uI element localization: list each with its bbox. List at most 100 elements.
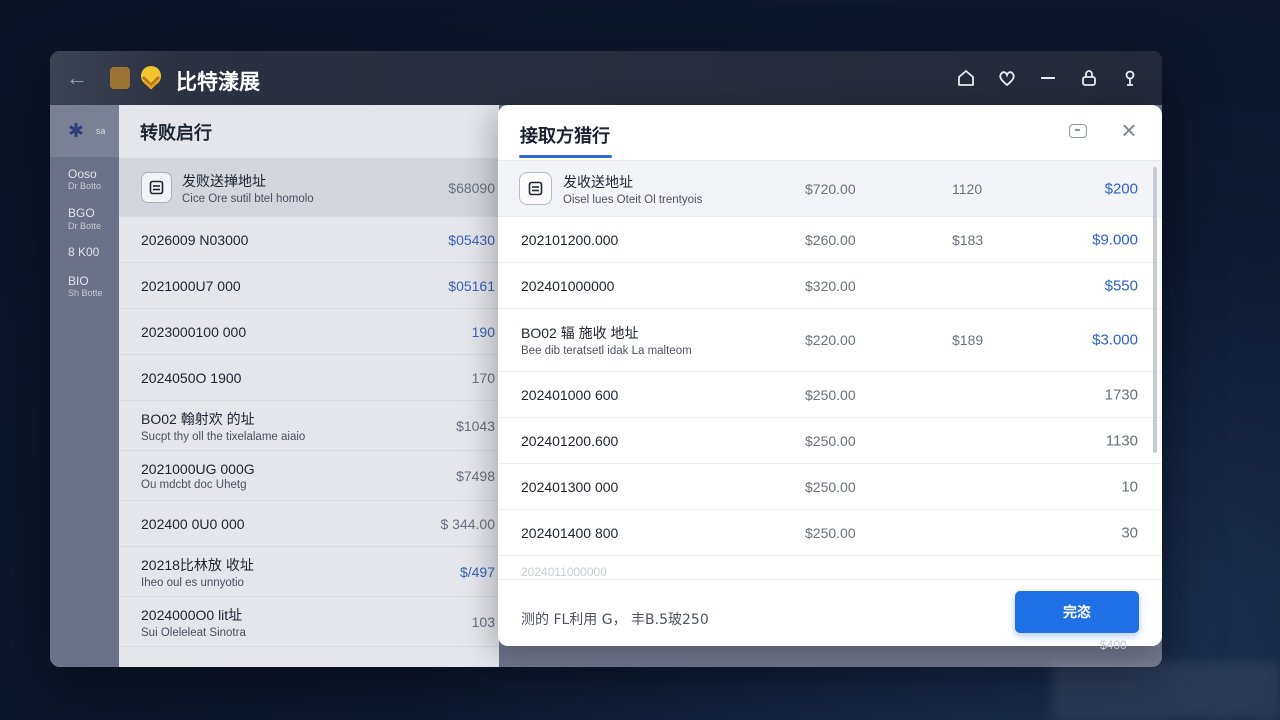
dialog-scrollbar[interactable] [1153, 167, 1157, 453]
item-amount: $05161 [448, 277, 495, 294]
left-panel-title: 转败启行 [119, 105, 499, 159]
sidebar-item-sub: Sh Botte [68, 288, 103, 299]
table-row[interactable]: BO02 辐 施收 地址 Bee dib teratsetl idak La ma… [498, 309, 1162, 372]
item-address: 2024050O 1900 [141, 369, 242, 386]
heart-icon[interactable] [994, 65, 1019, 90]
footer-summary: 测的 FL利用 G， 丰B.5玻250 [521, 612, 709, 628]
back-arrow-icon[interactable]: ← [66, 65, 88, 91]
table-row[interactable]: 202401000 600 $250.00 1730 [498, 372, 1162, 418]
dialog-title: 接取方猎行 [520, 126, 610, 147]
close-icon[interactable]: × [1116, 117, 1142, 143]
item-description: Ou mdcbt doc Uhetg [141, 478, 247, 491]
minimize-dialog-icon[interactable] [1069, 124, 1087, 138]
row-address: 202401400 800 [521, 524, 619, 541]
row-total: $200 [1104, 180, 1138, 197]
item-amount: $7498 [456, 467, 495, 484]
item-address: 2024000O0 lit址 [141, 606, 243, 623]
sidebar-item-label[interactable]: BIO [68, 274, 119, 288]
list-item[interactable]: 2023000100 000 190 [119, 309, 499, 355]
row-address: 202401000 600 [521, 386, 619, 403]
table-row[interactable]: 2024011000000 [498, 556, 1162, 579]
app-title: 比特漾展 [176, 70, 260, 94]
background-app-chip [110, 67, 130, 89]
list-item[interactable]: BO02 翰射欢 的址 Sucpt thy oll the tixelalame … [119, 401, 499, 451]
sidebar-item-sub: Dr Botto [68, 181, 102, 192]
receiver-dialog: 接取方猎行 × 发收送地址 Oisel lues Oteit Ol trentyo… [498, 105, 1162, 646]
item-address: 2026009 N03000 [141, 231, 249, 248]
lock-icon[interactable] [1076, 65, 1101, 90]
row-address: 202101200.000 [521, 231, 619, 248]
app-logo-icon [141, 66, 161, 90]
item-address: 2023000100 000 [141, 323, 247, 340]
dialog-list: 发收送地址 Oisel lues Oteit Ol trentyois $720.0… [498, 161, 1162, 579]
table-row[interactable]: 202101200.000 $260.00 $183 $9.000 [498, 217, 1162, 263]
table-row[interactable]: 发收送地址 Oisel lues Oteit Ol trentyois $720.0… [498, 161, 1162, 217]
list-item[interactable]: 2021000U7 000 $05161 [119, 263, 499, 309]
item-amount: $ 344.00 [440, 515, 496, 532]
item-address: 20218比林放 收址 [141, 556, 254, 573]
table-row[interactable]: 202401300 000 $250.00 10 [498, 464, 1162, 510]
row-price: $260.00 [805, 231, 856, 248]
row-price: $320.00 [805, 277, 856, 294]
sidebar-item-label[interactable]: 8 K00 [68, 245, 119, 259]
row-total: $3.000 [1092, 331, 1138, 349]
item-amount: 103 [471, 613, 495, 630]
row-total: $550 [1104, 277, 1138, 294]
item-description: Sucpt thy oll the tixelalame aiaio [141, 430, 306, 443]
row-price: $250.00 [805, 432, 856, 449]
list-item[interactable]: 2024050O 1900 170 [119, 355, 499, 401]
row-price: $720.00 [805, 180, 856, 197]
list-item[interactable]: 2026009 N03000 $05430 [119, 217, 499, 263]
user-icon[interactable] [1117, 65, 1142, 90]
list-item[interactable]: 20218比林放 收址 Iheo oul es unnyotio $/497 [119, 547, 499, 597]
row-fee: 1120 [952, 180, 983, 197]
background-sidebar: ✱ sa Ooso Dr Botto BGO Dr Botte 8 K00 BIO Sh B… [50, 105, 119, 667]
row-price: $250.00 [805, 524, 856, 541]
watermark [1052, 662, 1280, 720]
active-tab-indicator [519, 155, 612, 158]
minimize-icon[interactable] [1035, 65, 1060, 90]
sidebar-item-label[interactable]: Ooso [68, 167, 119, 181]
document-icon [141, 172, 172, 203]
list-item[interactable]: 2021000UG 000G Ou mdcbt doc Uhetg $7498 [119, 451, 499, 501]
sidebar-item-sub: Dr Botte [68, 220, 102, 231]
list-item[interactable]: 发败送掸地址 Cice Ore sutil btel homolo $68090 [119, 159, 499, 217]
sidebar-logo-row: ✱ sa [50, 105, 119, 157]
asterisk-icon: ✱ [68, 120, 84, 142]
row-total: 10 [1121, 478, 1138, 495]
table-row[interactable]: 202401200.600 $250.00 1130 [498, 418, 1162, 464]
row-address: 202401000000 [521, 277, 615, 294]
item-amount: $05430 [448, 231, 495, 248]
list-item[interactable]: 202400 0U0 000 $ 344.00 [119, 501, 499, 547]
table-row[interactable]: 202401400 800 $250.00 30 [498, 510, 1162, 556]
row-price: $220.00 [805, 332, 856, 348]
item-amount: 170 [471, 369, 495, 386]
home-icon[interactable] [953, 65, 978, 90]
sidebar-item-label[interactable]: BGO [68, 206, 119, 220]
item-amount: $/497 [459, 563, 495, 580]
row-address: 发收送地址 [563, 173, 633, 190]
row-description: Oisel lues Oteit Ol trentyois [563, 193, 703, 206]
item-amount: $68090 [448, 179, 495, 196]
row-price: $250.00 [805, 478, 856, 495]
title-bar: ← 比特漾展 [50, 51, 1162, 105]
row-total: $9.000 [1092, 231, 1138, 248]
item-amount: $1043 [456, 417, 495, 434]
row-address: 2024011000000 [521, 565, 607, 579]
dialog-footer: 测的 FL利用 G， 丰B.5玻250 完恣 [498, 579, 1162, 646]
background-amount: $400 [1100, 638, 1127, 652]
row-address: BO02 辐 施收 地址 [521, 325, 639, 341]
item-address: BO02 翰射欢 的址 [141, 410, 255, 427]
row-address: 202401200.600 [521, 432, 619, 449]
row-total: 1130 [1105, 432, 1138, 449]
item-description: Iheo oul es unnyotio [141, 576, 244, 589]
row-price: $250.00 [805, 386, 856, 403]
sidebar-items: Ooso Dr Botto BGO Dr Botte 8 K00 BIO Sh Botte [50, 157, 119, 299]
document-icon [519, 172, 552, 205]
item-address: 2021000UG 000G [141, 460, 255, 477]
row-total: 1730 [1104, 386, 1138, 403]
list-item[interactable]: 2024000O0 lit址 Sui Oleleleat Sinotra 103 [119, 597, 499, 647]
done-button[interactable]: 完恣 [1015, 591, 1139, 633]
table-row[interactable]: 202401000000 $320.00 $550 [498, 263, 1162, 309]
row-address: 202401300 000 [521, 478, 619, 495]
